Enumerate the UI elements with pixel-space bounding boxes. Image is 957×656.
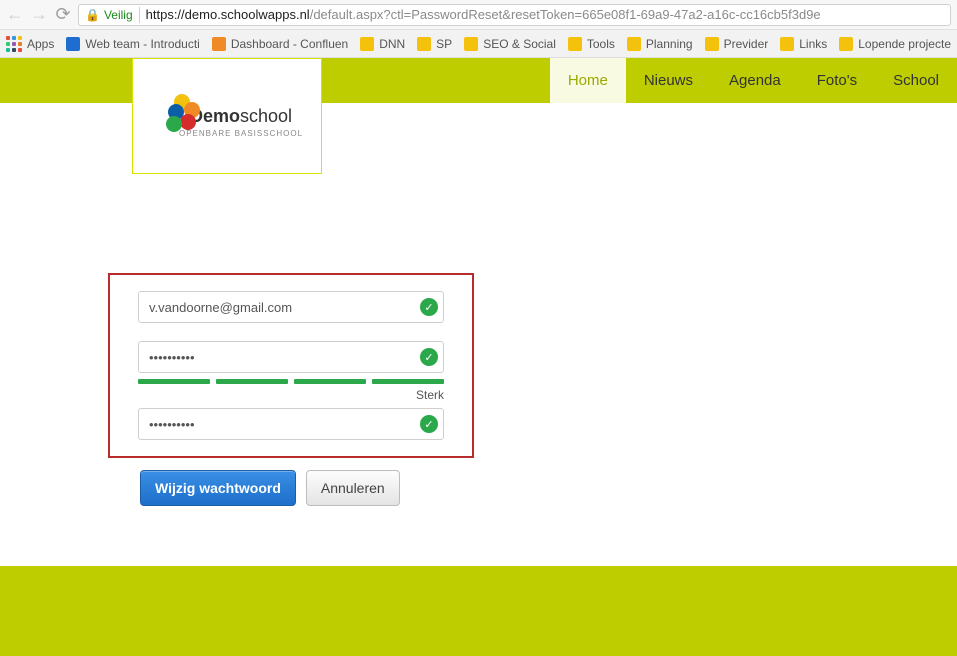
bookmark-label: Tools	[587, 37, 615, 51]
bookmark-label: Lopende projecte	[858, 37, 951, 51]
password-confirm-row: ✓	[138, 408, 444, 440]
apps-label: Apps	[27, 37, 54, 51]
check-icon: ✓	[420, 298, 438, 316]
bookmark-label: DNN	[379, 37, 405, 51]
check-icon: ✓	[420, 348, 438, 366]
lock-icon: 🔒	[85, 8, 100, 22]
bookmark-icon	[705, 37, 719, 51]
password-input[interactable]	[138, 341, 444, 373]
bookmark-label: Web team - Introducti	[85, 37, 199, 51]
bookmark-label: Dashboard - Confluen	[231, 37, 348, 51]
email-input[interactable]	[138, 291, 444, 323]
address-bar[interactable]: 🔒 Veilig https:// demo.schoolwapps.nl /d…	[78, 4, 951, 26]
bookmark-item[interactable]: Planning	[627, 37, 693, 51]
password-strength-bar	[138, 379, 444, 384]
email-row: ✓	[138, 291, 444, 323]
bookmark-icon	[464, 37, 478, 51]
nav-agenda[interactable]: Agenda	[711, 58, 799, 103]
submit-button[interactable]: Wijzig wachtwoord	[140, 470, 296, 506]
nav-fotos[interactable]: Foto's	[799, 58, 875, 103]
bookmark-label: Previder	[724, 37, 769, 51]
bookmark-label: Links	[799, 37, 827, 51]
form-actions: Wijzig wachtwoord Annuleren	[108, 470, 957, 506]
bookmark-icon	[417, 37, 431, 51]
password-row: ✓	[138, 341, 444, 373]
password-reset-form: ✓ ✓ Sterk ✓	[108, 273, 474, 458]
address-separator	[139, 7, 140, 23]
bookmark-icon	[839, 37, 853, 51]
bookmark-icon	[360, 37, 374, 51]
apps-button[interactable]: Apps	[6, 36, 54, 52]
forward-button[interactable]: →	[30, 6, 48, 24]
nav-nieuws[interactable]: Nieuws	[626, 58, 711, 103]
bookmark-item[interactable]: Web team - Introducti	[66, 37, 199, 51]
bookmark-icon	[66, 37, 80, 51]
logo-title: Demoschool	[190, 106, 292, 127]
url-scheme: https://	[146, 7, 185, 22]
browser-toolbar: ← → ⟳ 🔒 Veilig https:// demo.schoolwapps…	[0, 0, 957, 30]
url-path: /default.aspx?ctl=PasswordReset&resetTok…	[310, 7, 821, 22]
nav-school[interactable]: School	[875, 58, 957, 103]
bookmark-item[interactable]: Previder	[705, 37, 769, 51]
bookmark-label: SEO & Social	[483, 37, 556, 51]
bookmark-item[interactable]: DNN	[360, 37, 405, 51]
logo-card[interactable]: Demoschool OPENBARE BASISSCHOOL	[132, 58, 322, 174]
back-button[interactable]: ←	[6, 6, 24, 24]
bookmark-item[interactable]: SEO & Social	[464, 37, 556, 51]
bookmark-item[interactable]: Dashboard - Confluen	[212, 37, 348, 51]
bookmark-label: Planning	[646, 37, 693, 51]
password-confirm-input[interactable]	[138, 408, 444, 440]
secure-label: Veilig	[104, 8, 133, 22]
bookmark-icon	[780, 37, 794, 51]
check-icon: ✓	[420, 415, 438, 433]
bookmark-item[interactable]: SP	[417, 37, 452, 51]
bookmark-icon	[568, 37, 582, 51]
footer-bar	[0, 566, 957, 656]
site-header: Home Nieuws Agenda Foto's School Demosch…	[0, 58, 957, 103]
nav-home[interactable]: Home	[550, 58, 626, 103]
bookmark-item[interactable]: Lopende projecte	[839, 37, 951, 51]
bookmark-icon	[212, 37, 226, 51]
logo-icon	[162, 94, 202, 134]
bookmark-icon	[627, 37, 641, 51]
bookmark-item[interactable]: Links	[780, 37, 827, 51]
bookmarks-bar: Apps Web team - Introducti Dashboard - C…	[0, 30, 957, 58]
cancel-button[interactable]: Annuleren	[306, 470, 400, 506]
bookmark-item[interactable]: Tools	[568, 37, 615, 51]
reload-button[interactable]: ⟳	[54, 6, 72, 24]
main-nav: Home Nieuws Agenda Foto's School	[550, 58, 957, 103]
apps-icon	[6, 36, 22, 52]
bookmark-label: SP	[436, 37, 452, 51]
password-strength-label: Sterk	[138, 388, 444, 402]
url-host: demo.schoolwapps.nl	[185, 7, 310, 22]
